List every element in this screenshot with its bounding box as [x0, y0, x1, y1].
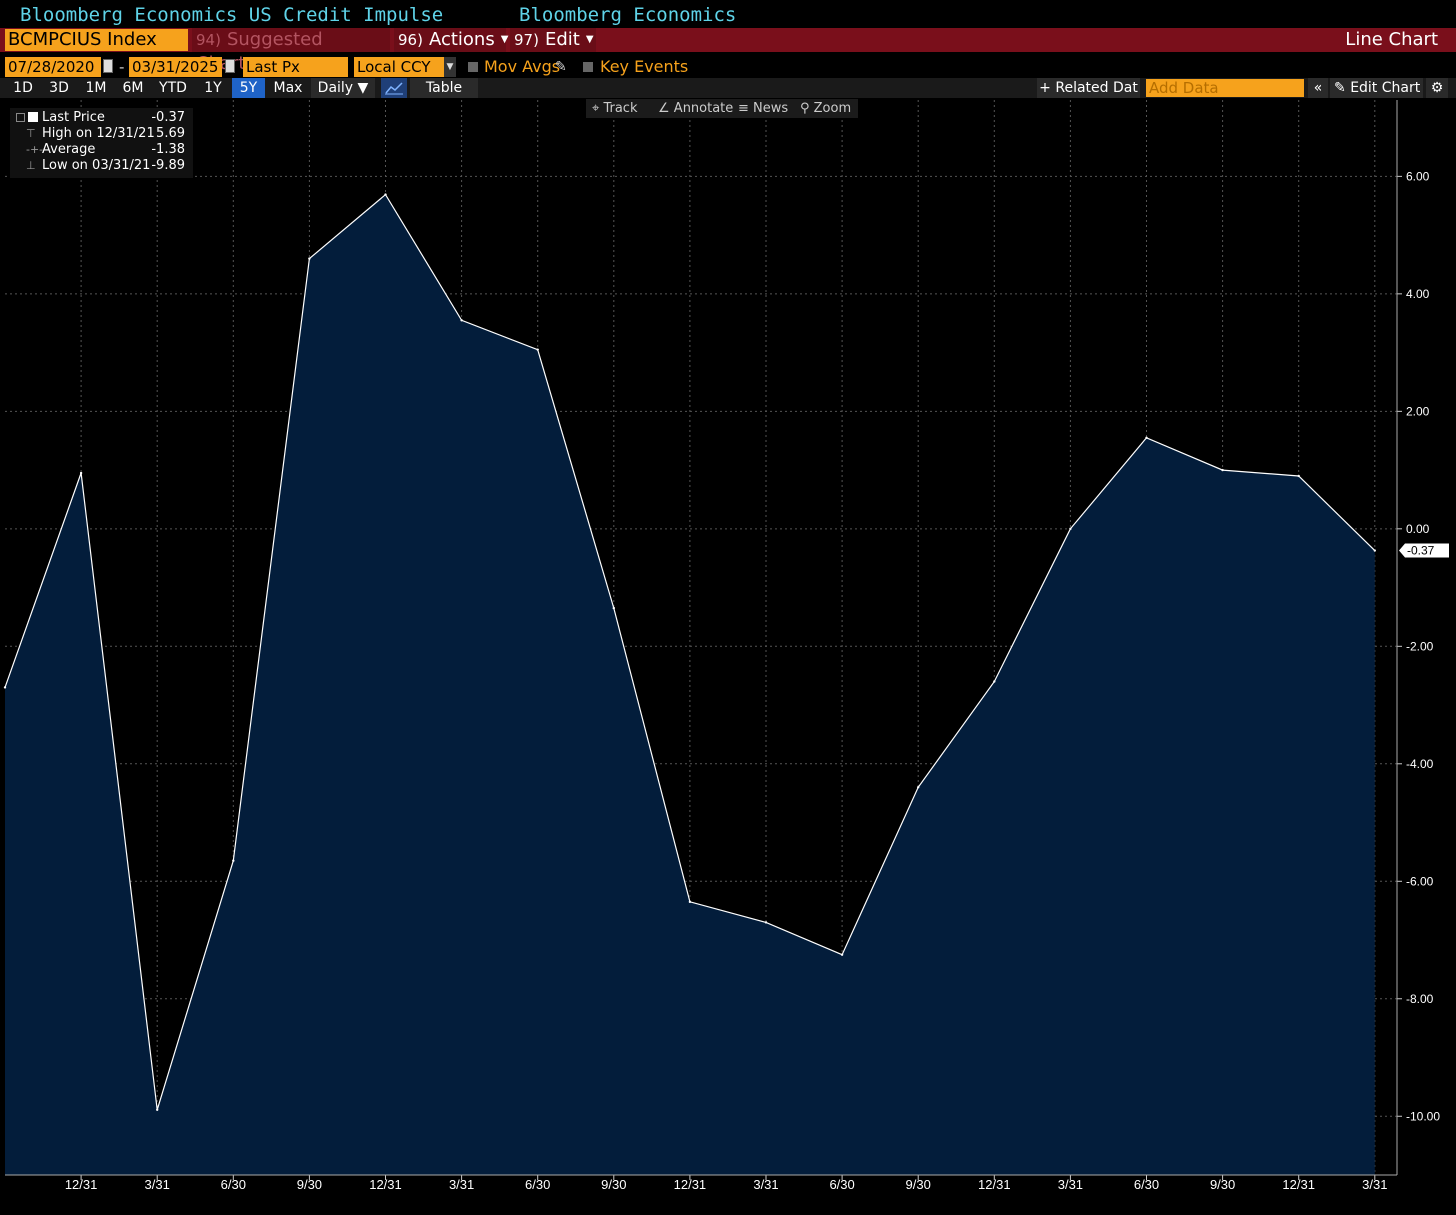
- x-tick-label: 12/31: [369, 1177, 402, 1192]
- data-point: [764, 921, 768, 924]
- x-tick-label: 12/31: [674, 1177, 707, 1192]
- x-tick-label: 3/31: [145, 1177, 170, 1192]
- legend-avg-value: -1.38: [151, 142, 185, 157]
- data-point: [917, 786, 920, 789]
- track-label: Track: [603, 101, 638, 116]
- x-tick-label: 12/31: [65, 1177, 98, 1192]
- data-point: [1145, 436, 1148, 439]
- annotate-icon: ∠: [658, 101, 674, 116]
- data-point: [840, 953, 844, 956]
- news-icon: ≡: [738, 101, 754, 116]
- y-tick-label: 0.00: [1406, 522, 1430, 536]
- data-point: [536, 348, 539, 351]
- data-point: [308, 257, 311, 260]
- average-marker-icon: -+-: [26, 143, 44, 156]
- legend-high: ⊤ High on 12/31/21 5.69: [10, 126, 193, 142]
- x-tick-label: 12/31: [1282, 1177, 1315, 1192]
- annotate-tool[interactable]: ∠ Annotate: [658, 99, 733, 118]
- low-marker-icon: ⊥: [26, 159, 36, 172]
- y-tick-label: -10.00: [1406, 1109, 1440, 1123]
- data-point: [688, 900, 692, 904]
- x-tick-label: 12/31: [978, 1177, 1011, 1192]
- x-tick-label: 6/30: [221, 1177, 246, 1192]
- x-tick-label: 3/31: [753, 1177, 778, 1192]
- legend-last-price[interactable]: Last Price -0.37: [10, 110, 193, 126]
- chart[interactable]: 6.00 4.00 2.00 0.00 -2.00 -4.00 -6.00 -8.00 -10.…: [0, 0, 1456, 1215]
- x-tick-label: 3/31: [1058, 1177, 1083, 1192]
- y-tick-label: 4.00: [1406, 287, 1430, 301]
- legend-average: -+- Average -1.38: [10, 142, 193, 158]
- zoom-label: Zoom: [813, 101, 852, 116]
- y-tick-label: -2.00: [1406, 639, 1434, 653]
- legend-high-label: High on 12/31/21: [42, 126, 155, 141]
- y-tick-label: 6.00: [1406, 169, 1430, 183]
- data-point: [3, 686, 7, 689]
- y-tick-label: 2.00: [1406, 404, 1430, 418]
- news-label: News: [753, 101, 789, 116]
- x-tick-label: 9/30: [906, 1177, 931, 1192]
- y-tick-label: -8.00: [1406, 992, 1434, 1006]
- data-point: [1069, 527, 1072, 531]
- x-tick-label: 9/30: [1210, 1177, 1235, 1192]
- legend-low: ⊥ Low on 03/31/21 -9.89: [10, 158, 193, 174]
- series-swatch: [28, 112, 38, 122]
- x-tick-label: 6/30: [829, 1177, 854, 1192]
- high-marker-icon: ⊤: [26, 127, 36, 140]
- x-tick-label: 3/31: [1362, 1177, 1387, 1192]
- legend-low-value: -9.89: [151, 158, 185, 173]
- data-point: [460, 319, 463, 322]
- track-tool[interactable]: ⌖ Track: [592, 99, 637, 118]
- data-point: [1297, 474, 1300, 478]
- data-point: [1373, 549, 1377, 552]
- legend-last-value: -0.37: [151, 110, 185, 125]
- data-point: [384, 193, 387, 196]
- collapse-box-icon[interactable]: [16, 113, 25, 122]
- data-point: [993, 680, 996, 683]
- x-tick-label: 9/30: [297, 1177, 322, 1192]
- y-tick-label: -4.00: [1406, 757, 1434, 771]
- x-tick-label: 3/31: [449, 1177, 474, 1192]
- chart-toolbar: ⌖ Track ∠ Annotate ≡ News ⚲ Zoom: [586, 99, 858, 118]
- data-point: [1221, 468, 1224, 472]
- y-tick-label: -6.00: [1406, 874, 1434, 888]
- legend-low-label: Low on 03/31/21: [42, 158, 151, 173]
- data-point: [232, 859, 235, 862]
- x-tick-label: 6/30: [525, 1177, 550, 1192]
- legend: Last Price -0.37 ⊤ High on 12/31/21 5.69…: [10, 108, 193, 178]
- legend-last-label: Last Price: [42, 110, 105, 125]
- legend-avg-label: Average: [42, 142, 96, 157]
- legend-high-value: 5.69: [156, 126, 185, 141]
- data-point: [612, 606, 615, 610]
- data-point: [79, 471, 83, 475]
- news-tool[interactable]: ≡ News: [738, 99, 788, 118]
- x-tick-label: 9/30: [601, 1177, 626, 1192]
- x-tick-label: 6/30: [1134, 1177, 1159, 1192]
- zoom-tool[interactable]: ⚲ Zoom: [800, 99, 851, 118]
- data-point: [156, 1108, 159, 1111]
- magnifier-icon: ⚲: [800, 101, 814, 116]
- crosshair-icon: ⌖: [592, 101, 604, 116]
- annotate-label: Annotate: [673, 101, 734, 116]
- last-value-label: -0.37: [1407, 544, 1435, 558]
